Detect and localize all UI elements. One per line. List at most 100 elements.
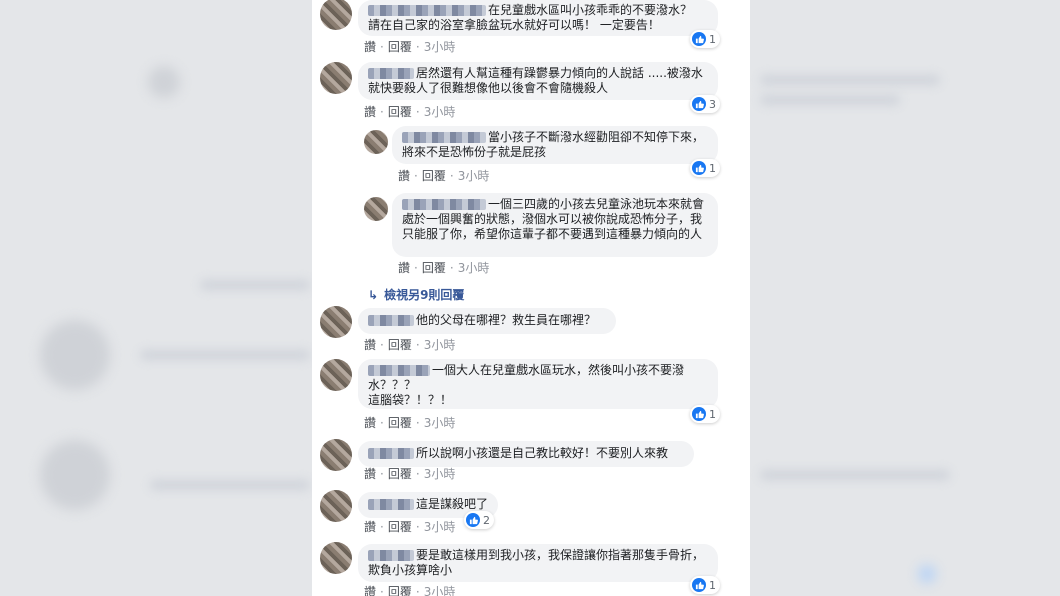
comment-actions: 讚 · 回覆 · 3小時 bbox=[364, 583, 455, 596]
comment-actions: 讚 · 回覆 · 3小時 bbox=[364, 416, 456, 430]
timestamp[interactable]: 3小時 bbox=[424, 520, 456, 534]
view-more-replies-label: 檢視另9則回覆 bbox=[384, 288, 465, 302]
reply-bubble: 當小孩子不斷潑水經勸阻卻不知停下來，將來不是恐怖份子就是屁孩 bbox=[392, 126, 718, 164]
author-name[interactable] bbox=[368, 315, 414, 326]
avatar[interactable] bbox=[320, 0, 352, 30]
comment-text: 居然還有人幫這種有躁鬱暴力傾向的人說話 .....被潑水就快要殺人了很難想像他以… bbox=[368, 66, 703, 95]
timestamp[interactable]: 3小時 bbox=[424, 40, 456, 54]
reaction-count[interactable]: 3 bbox=[690, 95, 720, 113]
comment-actions: 讚 · 回覆 · 3小時 bbox=[364, 40, 456, 54]
reply-button[interactable]: 回覆 bbox=[388, 416, 412, 430]
comment-actions: 讚 · 回覆 · 3小時 bbox=[364, 338, 456, 352]
reaction-number: 2 bbox=[483, 513, 490, 527]
reaction-count[interactable]: 1 bbox=[690, 576, 720, 594]
comment-bubble: 居然還有人幫這種有躁鬱暴力傾向的人說話 .....被潑水就快要殺人了很難想像他以… bbox=[358, 62, 718, 100]
like-icon bbox=[692, 578, 706, 592]
comment-actions: 讚 · 回覆 · 3小時 bbox=[364, 105, 456, 119]
blurred-avatar bbox=[40, 320, 110, 390]
reply-button[interactable]: 回覆 bbox=[388, 520, 412, 534]
avatar[interactable] bbox=[320, 359, 352, 391]
avatar[interactable] bbox=[320, 62, 352, 94]
timestamp[interactable]: 3小時 bbox=[424, 416, 456, 430]
avatar[interactable] bbox=[364, 197, 388, 221]
reaction-number: 1 bbox=[709, 578, 716, 592]
like-button[interactable]: 讚 bbox=[364, 520, 376, 534]
timestamp[interactable]: 3小時 bbox=[424, 467, 456, 481]
like-button[interactable]: 讚 bbox=[364, 467, 376, 481]
reaction-count[interactable]: 1 bbox=[690, 405, 720, 423]
like-button[interactable]: 讚 bbox=[364, 416, 376, 430]
like-icon bbox=[692, 161, 706, 175]
like-button[interactable]: 讚 bbox=[364, 338, 376, 352]
avatar[interactable] bbox=[320, 306, 352, 338]
comment-text: 要是敢這樣用到我小孩，我保證讓你指著那隻手骨折，欺負小孩算啥小 bbox=[368, 548, 705, 577]
reaction-count[interactable]: 1 bbox=[690, 159, 720, 177]
avatar[interactable] bbox=[364, 130, 388, 154]
blurred-text bbox=[760, 95, 900, 105]
like-icon bbox=[466, 513, 480, 527]
reply-actions: 讚 · 回覆 · 3小時 bbox=[398, 169, 490, 183]
reply-arrow-icon: ↳ bbox=[368, 288, 379, 302]
blurred-text bbox=[150, 480, 310, 490]
author-name[interactable] bbox=[368, 499, 414, 510]
comment-text: 這是謀殺吧了 bbox=[416, 497, 489, 511]
blurred-avatar bbox=[40, 440, 110, 510]
blurred-background-right bbox=[750, 0, 1060, 596]
blurred-text bbox=[140, 350, 310, 360]
author-name[interactable] bbox=[368, 68, 414, 79]
comment-bubble: 在兒童戲水區叫小孩乖乖的不要潑水？ 請在自己家的浴室拿臉盆玩水就好可以嗎！ 一定… bbox=[358, 0, 718, 36]
timestamp[interactable]: 3小時 bbox=[424, 585, 456, 596]
like-icon bbox=[692, 97, 706, 111]
author-name[interactable] bbox=[368, 5, 486, 16]
reaction-number: 1 bbox=[709, 32, 716, 46]
avatar[interactable] bbox=[320, 439, 352, 471]
reply-button[interactable]: 回覆 bbox=[388, 40, 412, 54]
reaction-number: 1 bbox=[709, 407, 716, 421]
avatar[interactable] bbox=[320, 542, 352, 574]
reply-button[interactable]: 回覆 bbox=[422, 261, 446, 275]
timestamp[interactable]: 3小時 bbox=[458, 261, 490, 275]
blurred-background-left bbox=[0, 0, 312, 596]
comment-bubble: 要是敢這樣用到我小孩，我保證讓你指著那隻手骨折，欺負小孩算啥小 bbox=[358, 544, 718, 582]
blurred-text bbox=[200, 280, 310, 290]
comment-bubble: 他的父母在哪裡？救生員在哪裡？ bbox=[358, 308, 616, 334]
like-button[interactable]: 讚 bbox=[364, 40, 376, 54]
avatar[interactable] bbox=[320, 490, 352, 522]
author-name[interactable] bbox=[368, 365, 430, 376]
author-name[interactable] bbox=[368, 448, 414, 459]
comment-bubble: 一個大人在兒童戲水區玩水，然後叫小孩不要潑水？？？ 這腦袋？！？！ bbox=[358, 359, 718, 409]
comments-panel: 在兒童戲水區叫小孩乖乖的不要潑水？ 請在自己家的浴室拿臉盆玩水就好可以嗎！ 一定… bbox=[312, 0, 750, 596]
like-button[interactable]: 讚 bbox=[364, 585, 376, 596]
blurred-like-icon bbox=[918, 565, 936, 583]
like-icon bbox=[692, 32, 706, 46]
comment-actions: 讚 · 回覆 · 3小時 bbox=[364, 467, 456, 481]
timestamp[interactable]: 3小時 bbox=[424, 105, 456, 119]
author-name[interactable] bbox=[402, 132, 486, 143]
reply-bubble: 一個三四歲的小孩去兒童泳池玩本來就會處於一個興奮的狀態，潑個水可以被你說成恐怖分… bbox=[392, 193, 718, 257]
reaction-count[interactable]: 1 bbox=[690, 30, 720, 48]
like-button[interactable]: 讚 bbox=[398, 169, 410, 183]
reply-button[interactable]: 回覆 bbox=[422, 169, 446, 183]
reply-button[interactable]: 回覆 bbox=[388, 338, 412, 352]
reply-button[interactable]: 回覆 bbox=[388, 105, 412, 119]
timestamp[interactable]: 3小時 bbox=[424, 338, 456, 352]
author-name[interactable] bbox=[402, 199, 486, 210]
blurred-avatar bbox=[148, 66, 180, 98]
view-more-replies-link[interactable]: ↳ 檢視另9則回覆 bbox=[368, 286, 464, 303]
like-button[interactable]: 讚 bbox=[364, 105, 376, 119]
blurred-text bbox=[760, 470, 950, 480]
reaction-count[interactable]: 2 bbox=[464, 511, 494, 529]
like-icon bbox=[692, 407, 706, 421]
timestamp[interactable]: 3小時 bbox=[458, 169, 490, 183]
like-button[interactable]: 讚 bbox=[398, 261, 410, 275]
comment-text: 他的父母在哪裡？救生員在哪裡？ bbox=[416, 313, 597, 327]
reaction-number: 1 bbox=[709, 161, 716, 175]
author-name[interactable] bbox=[368, 550, 414, 561]
comment-actions: 讚 · 回覆 · 3小時 bbox=[364, 520, 456, 534]
blurred-text bbox=[760, 75, 940, 85]
comment-text: 所以說啊小孩還是自己教比較好！不要別人來教 bbox=[416, 446, 669, 460]
comment-bubble: 所以說啊小孩還是自己教比較好！不要別人來教 bbox=[358, 441, 694, 467]
reply-button[interactable]: 回覆 bbox=[388, 585, 412, 596]
reply-actions: 讚 · 回覆 · 3小時 bbox=[398, 261, 490, 275]
reply-button[interactable]: 回覆 bbox=[388, 467, 412, 481]
